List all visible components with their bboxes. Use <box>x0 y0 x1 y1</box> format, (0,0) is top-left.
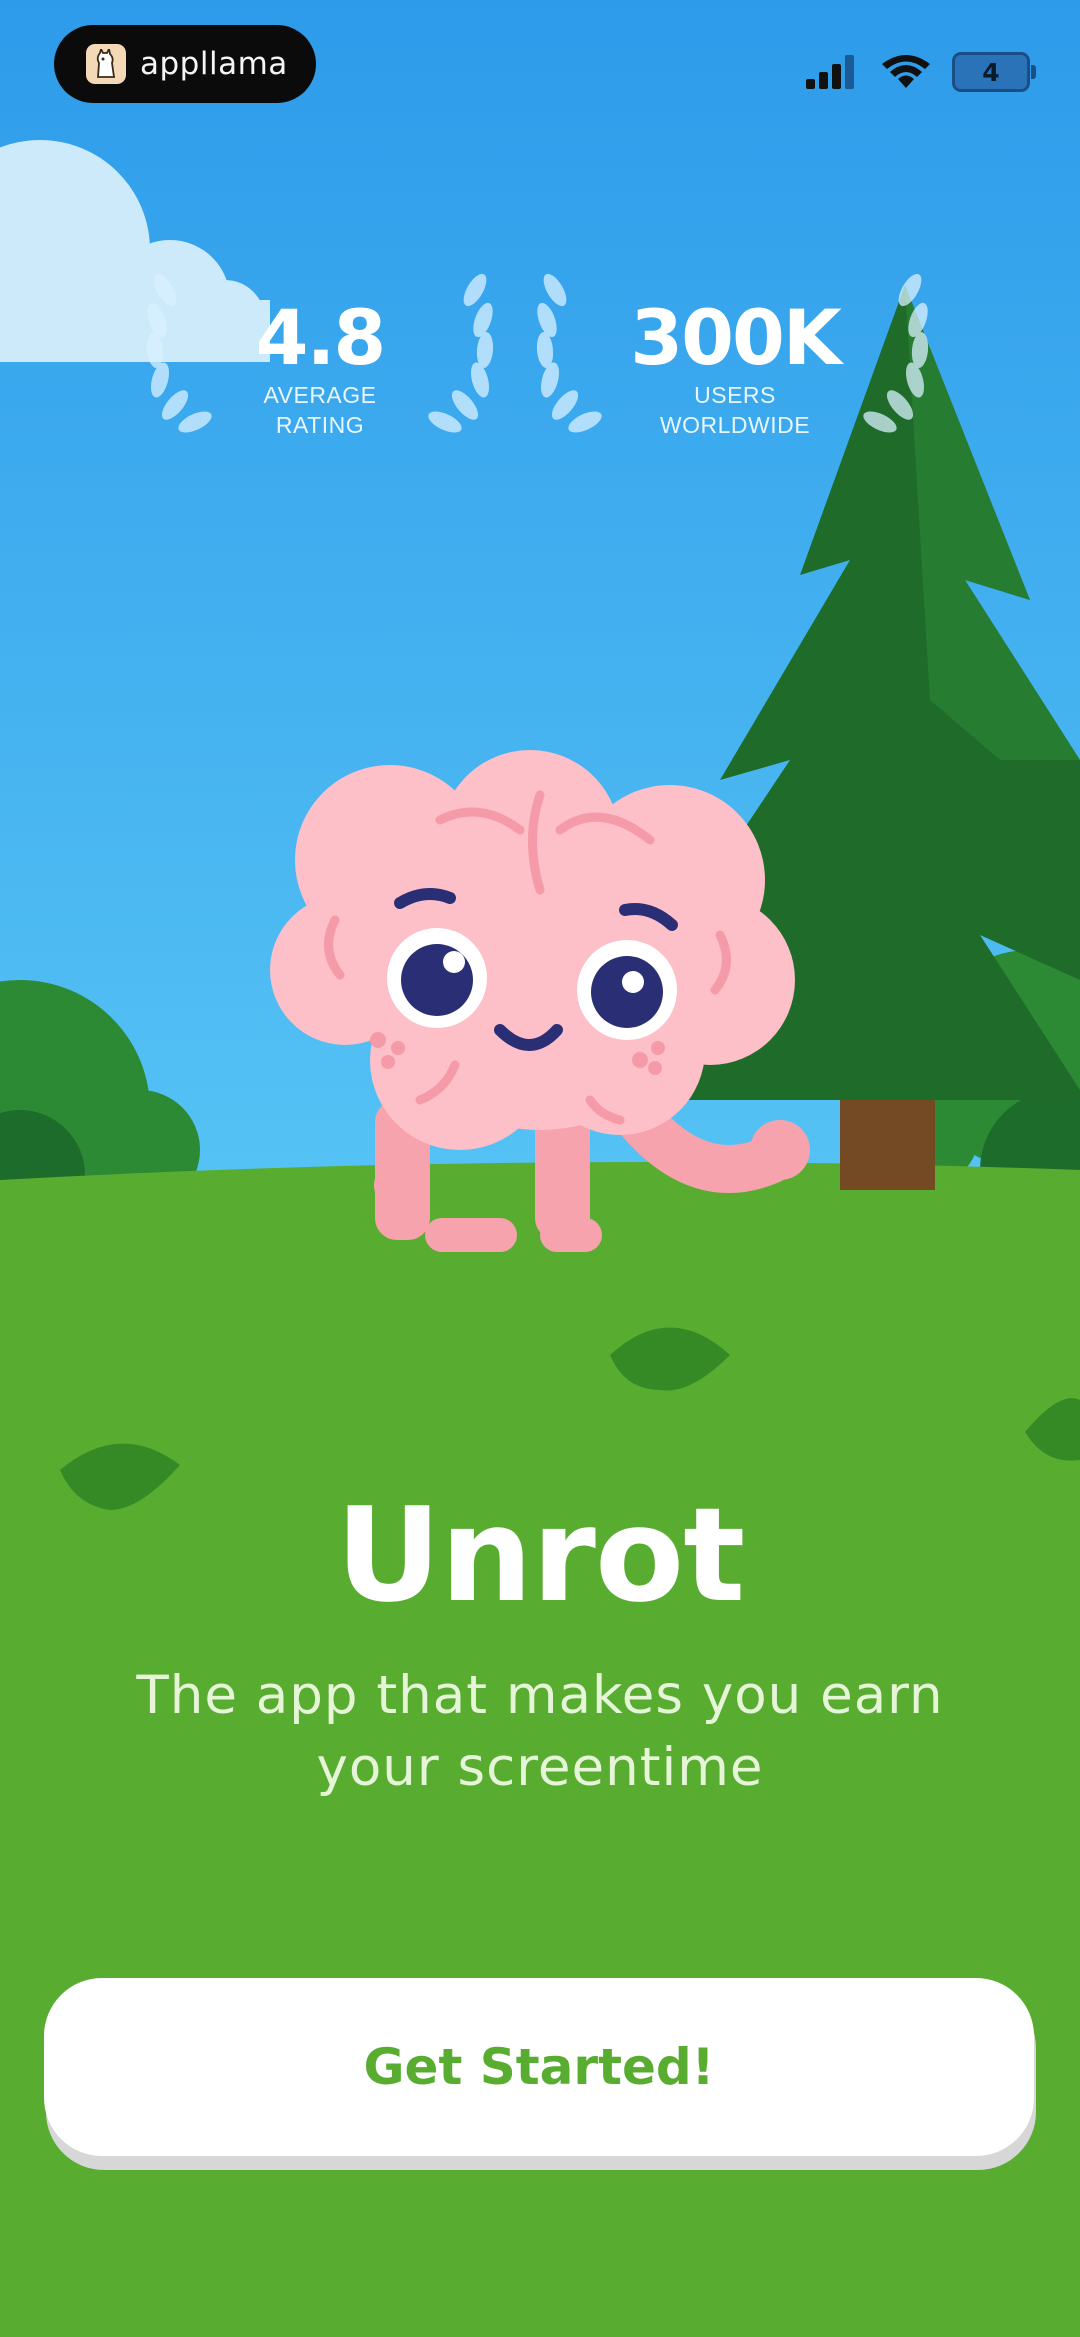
wifi-icon <box>882 55 930 88</box>
appllama-badge[interactable]: appllama <box>54 25 316 103</box>
app-tagline: The app that makes you earn your screent… <box>90 1660 990 1804</box>
brand-name: appllama <box>140 46 288 82</box>
get-started-button[interactable]: Get Started! <box>44 1978 1034 2156</box>
users-caption-line1: USERS <box>694 382 776 408</box>
status-icons: 4 <box>806 48 1036 96</box>
battery-level: 4 <box>982 57 1000 87</box>
users-caption-line2: WORLDWIDE <box>659 412 811 438</box>
app-title: Unrot <box>335 1479 746 1631</box>
users-stat: 300K USERS WORLDWIDE <box>605 300 865 440</box>
rating-caption-line1: AVERAGE <box>263 382 377 408</box>
users-value: 300K <box>630 293 842 382</box>
tagline-line1: The app that makes you earn <box>136 1665 944 1726</box>
rating-stat: 4.8 AVERAGE RATING <box>220 300 420 440</box>
signal-icon <box>806 55 854 89</box>
llama-logo-icon <box>86 44 126 84</box>
battery-icon: 4 <box>952 52 1036 92</box>
rating-value: 4.8 <box>255 293 387 382</box>
tagline-line2: your screentime <box>316 1737 764 1798</box>
rating-caption-line2: RATING <box>275 412 365 438</box>
